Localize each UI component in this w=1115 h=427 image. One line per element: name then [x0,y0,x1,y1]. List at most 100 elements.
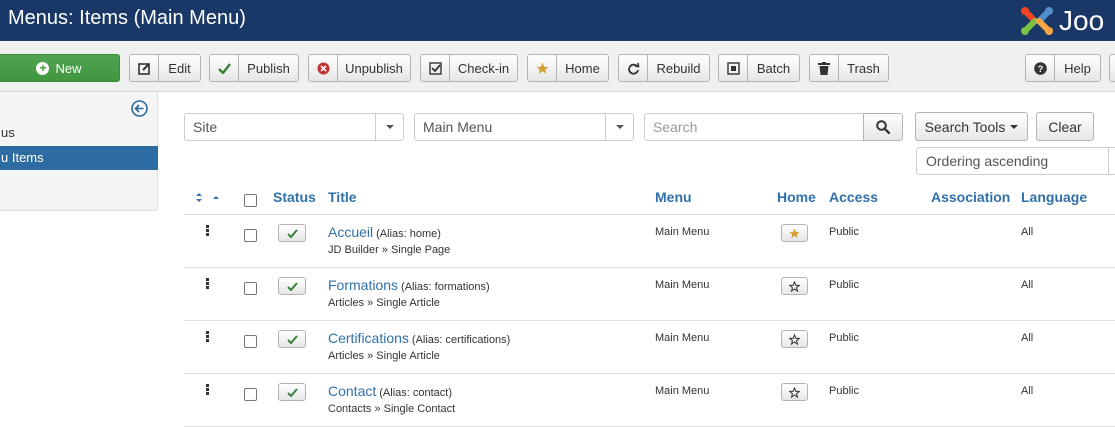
sidebar-item-menu-items[interactable]: u Items [0,146,158,170]
search-icon [876,120,890,134]
chevron-down-icon [1108,148,1115,174]
rebuild-button-label: Rebuild [656,60,701,76]
item-access: Public [829,226,859,238]
item-title-link[interactable]: Contact [328,383,376,399]
checkin-button[interactable]: Check-in [420,54,518,82]
trash-button[interactable]: Trash [809,54,889,82]
edit-button[interactable]: Edit [129,54,201,82]
edit-icon [130,55,159,81]
drag-handle-icon[interactable] [206,225,210,237]
check-icon [286,387,298,397]
home-toggle-button[interactable] [781,383,808,401]
sidebar: us u Items [0,92,158,211]
table-divider [184,267,1115,268]
item-menu: Main Menu [655,279,710,291]
search-tools-label: Search Tools [924,118,1006,135]
search-tools-button[interactable]: Search Tools [915,112,1028,141]
drag-handle-icon[interactable] [206,384,210,396]
publish-status-button[interactable] [278,330,306,348]
checkin-button-label: Check-in [457,60,510,76]
svg-text:?: ? [1037,64,1043,74]
item-type: Articles » Single Article [328,297,440,309]
page-title: Menus: Items (Main Menu) [8,7,246,29]
home-button-label: Home [565,60,600,76]
ordering-select-value: Ordering ascending [926,153,1049,169]
publish-status-button[interactable] [278,224,306,242]
column-header-association[interactable]: Association [931,188,1010,206]
table-divider [184,320,1115,321]
column-header-title[interactable]: Title [328,188,357,206]
home-toggle-button[interactable] [781,330,808,348]
item-title-link[interactable]: Certifications [328,330,409,346]
check-icon [286,334,298,344]
item-title-link[interactable]: Accueil [328,224,373,240]
item-alias: (Alias: home) [376,228,441,240]
sidebar-collapse-icon[interactable] [131,100,148,120]
publish-button[interactable]: Publish [209,54,299,82]
page-header: Menus: Items (Main Menu) Joo [0,0,1115,41]
item-language: All [1021,279,1034,291]
item-access: Public [829,385,859,397]
caret-down-icon [1010,124,1019,129]
menu-select-value: Main Menu [423,119,493,135]
item-access: Public [829,279,859,291]
star-outline-icon [789,386,800,398]
search-input[interactable] [644,113,864,141]
star-icon [528,55,557,81]
client-select[interactable]: Site [184,113,404,141]
publish-status-button[interactable] [278,277,306,295]
clear-button[interactable]: Clear [1036,112,1094,141]
item-menu: Main Menu [655,332,710,344]
batch-icon [719,55,748,81]
help-button[interactable]: ? Help [1025,54,1101,82]
unpublish-button[interactable]: Unpublish [308,54,411,82]
publish-status-button[interactable] [278,383,306,401]
check-icon [210,55,239,81]
new-button[interactable]: + New [0,54,120,82]
column-header-access[interactable]: Access [829,188,878,206]
row-checkbox[interactable] [244,388,257,401]
item-access: Public [829,332,859,344]
item-menu: Main Menu [655,385,710,397]
brand-text: Joo [1059,5,1105,36]
help-button-label: Help [1064,60,1091,76]
item-type: Contacts » Single Contact [328,403,456,415]
menu-select[interactable]: Main Menu [414,113,634,141]
row-checkbox[interactable] [244,335,257,348]
joomla-brand[interactable]: Joo [1019,0,1104,41]
row-checkbox[interactable] [244,282,257,295]
column-header-home[interactable]: Home [777,188,816,206]
check-all-checkbox[interactable] [244,194,257,207]
item-alias: (Alias: certifications) [411,334,511,346]
ordering-select[interactable]: Ordering ascending [916,147,1115,175]
options-button[interactable] [1109,54,1115,82]
check-icon [286,281,298,291]
ordering-sort-icon[interactable] [195,191,221,206]
table-divider [184,214,1115,215]
item-type: JD Builder » Single Page [328,244,451,256]
row-checkbox[interactable] [244,229,257,242]
column-header-language[interactable]: Language [1021,188,1087,206]
home-toggle-button[interactable] [781,277,808,295]
joomla-logo-icon [1021,6,1053,35]
home-button[interactable]: Home [527,54,609,82]
trash-button-label: Trash [847,60,880,76]
plus-icon: + [36,61,50,75]
column-header-status[interactable]: Status [273,188,316,206]
client-select-value: Site [193,119,218,135]
edit-button-label: Edit [168,60,191,76]
column-header-menu[interactable]: Menu [655,188,692,206]
unpublish-button-label: Unpublish [345,60,403,76]
refresh-icon [619,55,648,81]
batch-button[interactable]: Batch [718,54,800,82]
chevron-down-icon [605,114,633,140]
sidebar-item-menus[interactable]: us [0,121,158,145]
item-language: All [1021,332,1034,344]
drag-handle-icon[interactable] [206,331,210,343]
search-button[interactable] [863,113,903,141]
unpublish-icon [309,55,338,81]
item-title-link[interactable]: Formations [328,277,398,293]
drag-handle-icon[interactable] [206,278,210,290]
rebuild-button[interactable]: Rebuild [618,54,710,82]
home-toggle-button[interactable] [781,224,808,242]
